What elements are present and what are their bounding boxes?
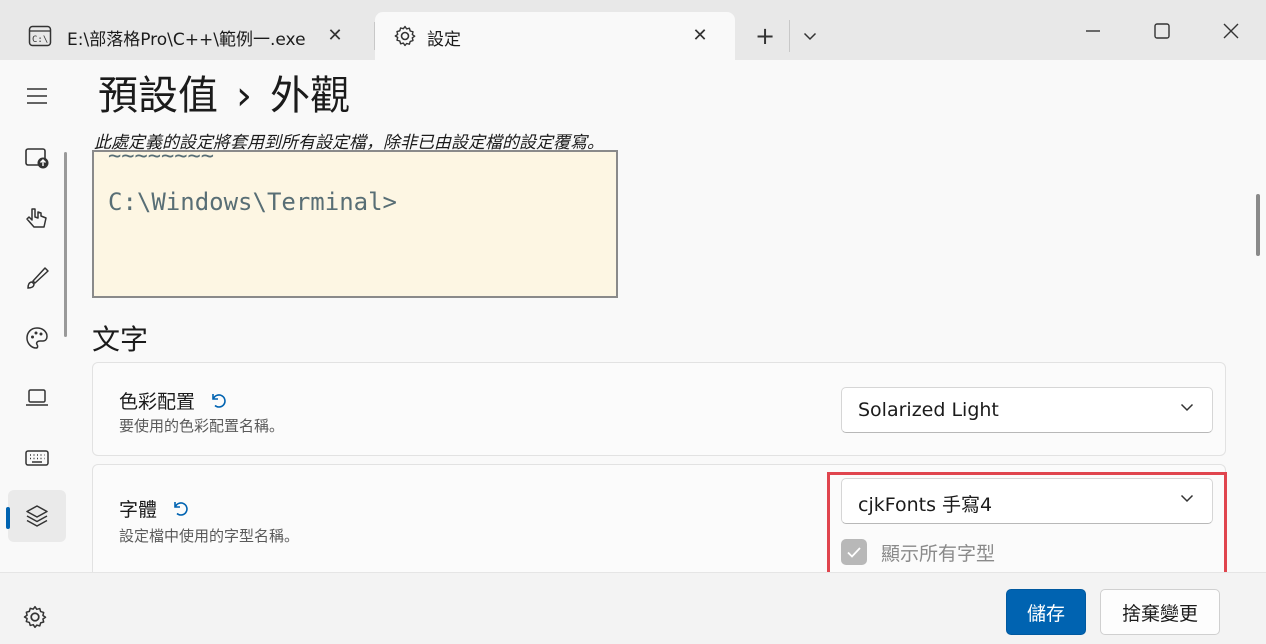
color-scheme-dropdown[interactable]: Solarized Light — [841, 387, 1213, 433]
nav-interaction[interactable] — [8, 192, 66, 244]
gear-icon — [393, 24, 417, 48]
section-title: 文字 — [92, 323, 149, 356]
nav-scrollbar[interactable] — [64, 152, 67, 337]
nav-appearance[interactable] — [8, 252, 66, 304]
minimize-button[interactable] — [1070, 12, 1116, 50]
maximize-button[interactable] — [1139, 12, 1185, 50]
font-face-label: 字體 — [119, 499, 158, 521]
minimize-icon — [1086, 30, 1100, 32]
maximize-icon — [1154, 23, 1170, 39]
tab-label: E:\部落格Pro\C++\範例一.exe — [67, 30, 306, 50]
startup-icon — [25, 148, 49, 169]
svg-text:C:\: C:\ — [32, 35, 48, 45]
highlight-annotation — [827, 472, 1227, 576]
color-schemes-icon — [26, 327, 48, 349]
close-icon — [1223, 23, 1239, 39]
setting-description: 設定檔中使用的字型名稱。 — [119, 527, 300, 545]
breadcrumb-separator: › — [236, 73, 252, 119]
breadcrumb: 預設值 › 外觀 — [98, 72, 350, 120]
appearance-icon — [27, 267, 49, 289]
setting-description: 要使用的色彩配置名稱。 — [119, 417, 285, 435]
menu-icon — [27, 88, 47, 104]
setting-title: 色彩配置 — [119, 387, 227, 414]
nav-defaults[interactable] — [8, 490, 66, 542]
chevron-down-icon — [803, 32, 817, 41]
keyboard-icon — [25, 450, 49, 466]
tab-label: 設定 — [427, 30, 461, 50]
open-settings-button[interactable] — [22, 604, 48, 634]
tab-close-button[interactable]: ✕ — [322, 22, 348, 48]
save-button[interactable]: 儲存 — [1006, 589, 1086, 635]
tab-close-button[interactable]: ✕ — [687, 22, 713, 48]
new-tab-button[interactable]: + — [749, 20, 781, 52]
titlebar-divider — [789, 20, 790, 52]
reset-icon[interactable] — [171, 499, 189, 522]
discard-changes-button[interactable]: 捨棄變更 — [1100, 589, 1220, 635]
nav-color-schemes[interactable] — [8, 312, 66, 364]
color-scheme-value: Solarized Light — [858, 399, 999, 421]
title-bar: C:\ E:\部落格Pro\C++\範例一.exe ✕ 設定 ✕ + — [0, 0, 1266, 60]
preview-prompt: C:\Windows\Terminal> — [108, 188, 397, 216]
breadcrumb-defaults[interactable]: 預設值 — [98, 73, 218, 119]
setting-title: 字體 — [119, 495, 189, 522]
terminal-preview: ~~~~~~~~ C:\Windows\Terminal> — [92, 150, 618, 298]
nav-startup[interactable] — [8, 132, 66, 184]
tab-executable[interactable]: C:\ E:\部落格Pro\C++\範例一.exe ✕ — [10, 12, 370, 60]
page-description: 此處定義的設定將套用到所有設定檔，除非已由設定檔的設定覆寫。 — [94, 133, 604, 153]
nav-rendering[interactable] — [8, 372, 66, 424]
layers-icon — [26, 505, 48, 527]
nav-selection-indicator — [6, 507, 10, 529]
nav-actions[interactable] — [8, 432, 66, 484]
interaction-icon — [26, 208, 47, 228]
gear-icon — [23, 605, 47, 629]
content-scrollbar[interactable] — [1256, 194, 1260, 256]
tab-settings[interactable]: 設定 ✕ — [375, 12, 735, 60]
tab-dropdown-button[interactable] — [796, 20, 824, 52]
color-scheme-setting: 色彩配置 要使用的色彩配置名稱。 Solarized Light — [92, 362, 1226, 456]
close-window-button[interactable] — [1208, 12, 1254, 50]
breadcrumb-appearance: 外觀 — [270, 73, 350, 119]
rendering-icon — [26, 389, 48, 406]
terminal-icon: C:\ — [28, 24, 52, 48]
color-scheme-label: 色彩配置 — [119, 391, 196, 413]
chevron-down-icon — [1180, 403, 1194, 412]
reset-icon[interactable] — [209, 391, 227, 414]
nav-menu-button[interactable] — [8, 70, 66, 122]
